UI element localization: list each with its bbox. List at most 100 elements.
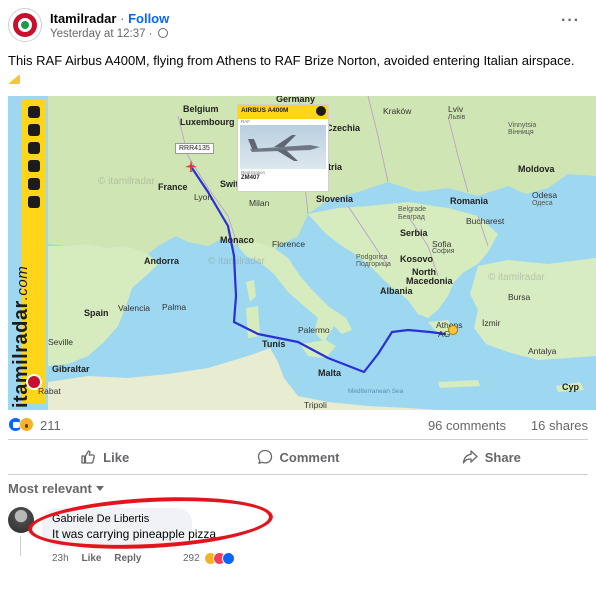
place-label: Rabat xyxy=(38,386,61,396)
share-label: Share xyxy=(484,449,521,465)
comment-text: It was carrying pineapple pizza xyxy=(52,527,217,541)
place-label: Львів xyxy=(448,114,466,121)
place-label: Malta xyxy=(318,368,342,378)
place-label: tria xyxy=(328,162,343,172)
place-label: Seville xyxy=(48,337,74,347)
place-label: Београд xyxy=(398,214,425,221)
place-label: Romania xyxy=(450,196,489,206)
comment-age[interactable]: 23h xyxy=(52,553,69,564)
card-title: AIRBUS A400M xyxy=(241,107,289,114)
post-actions: Like Comment Share xyxy=(8,443,588,471)
brand-name: itamilradar xyxy=(10,300,32,408)
comment-like-button[interactable]: Like xyxy=(81,553,101,564)
place-label: Gibraltar xyxy=(52,364,90,374)
reactions-count[interactable]: 211 xyxy=(40,418,61,433)
origin-marker-icon xyxy=(448,325,458,335)
card-badge-icon xyxy=(316,106,326,116)
place-label: Germany xyxy=(276,96,316,104)
place-label: Spain xyxy=(84,308,109,318)
post-timestamp[interactable]: Yesterday at 12:37 · xyxy=(50,28,168,40)
like-label: Like xyxy=(103,449,130,465)
post-body: This RAF Airbus A400M, flying from Athen… xyxy=(8,53,575,68)
place-label: Antalya xyxy=(528,346,557,356)
thread-line xyxy=(20,536,21,556)
aircraft-marker-icon xyxy=(185,160,197,172)
post-image-map[interactable]: itamilradar.com © itamilradar © itamilra… xyxy=(8,96,596,410)
comment-bubble-icon xyxy=(257,449,273,465)
globe-icon xyxy=(157,28,168,38)
like-reaction-icon xyxy=(222,552,235,565)
flight-callsign-label: RRR4135 xyxy=(175,143,214,154)
timestamp-text: Yesterday at 12:37 · xyxy=(50,28,153,40)
page-avatar[interactable] xyxy=(8,8,42,42)
place-label: Lviv xyxy=(448,104,464,114)
author-line: Itamilradar · Follow xyxy=(50,11,169,26)
commenter-avatar[interactable] xyxy=(8,507,34,533)
map-watermark: © itamilradar xyxy=(488,272,545,283)
place-label: Bucharest xyxy=(466,216,505,226)
place-label: Vinnytsia xyxy=(508,122,537,129)
comment-button[interactable]: Comment xyxy=(201,443,394,471)
author-name[interactable]: Itamilradar xyxy=(50,11,116,26)
place-label: Odesa xyxy=(532,190,558,200)
aircraft-photo xyxy=(240,125,326,169)
post-text: This RAF Airbus A400M, flying from Athen… xyxy=(8,52,583,88)
social-icon xyxy=(28,160,40,172)
place-label: Andorra xyxy=(144,256,180,266)
place-label: Belgium xyxy=(183,104,219,114)
post-header: Itamilradar · Follow Yesterday at 12:37 … xyxy=(0,0,596,46)
social-icon xyxy=(28,124,40,136)
place-label: İzmir xyxy=(482,318,501,328)
place-label: Albania xyxy=(380,286,413,296)
engagement-stats: 211 96 comments 16 shares xyxy=(8,416,588,434)
cheese-emoji-icon xyxy=(8,74,20,84)
place-label: Cyp xyxy=(562,382,580,392)
card-subtitle: RAF xyxy=(241,119,250,124)
comment-label: Comment xyxy=(279,449,340,465)
comment-meta: 23h Like Reply xyxy=(52,553,152,564)
map-watermark: © itamilradar xyxy=(98,176,155,187)
brand-suffix: .com xyxy=(14,265,31,301)
place-label: Florence xyxy=(272,239,306,249)
social-icon xyxy=(28,106,40,118)
place-label: Lyon xyxy=(194,192,213,202)
share-button[interactable]: Share xyxy=(395,443,588,471)
place-label: Подгорица xyxy=(356,261,391,268)
card-header: AIRBUS A400M xyxy=(238,105,328,119)
comment-reactions-count[interactable]: 292 xyxy=(183,553,200,564)
place-label: Macedonia xyxy=(406,276,453,286)
comment-reaction-icons[interactable] xyxy=(204,552,235,566)
social-icon xyxy=(28,196,40,208)
sort-label: Most relevant xyxy=(8,481,92,496)
place-label: Slovenia xyxy=(316,194,354,204)
more-options-button[interactable]: ··· xyxy=(561,12,580,30)
separator: · xyxy=(120,11,125,26)
place-label: Tripoli xyxy=(304,400,327,410)
divider xyxy=(8,439,588,440)
divider xyxy=(8,474,588,475)
place-label: Palermo xyxy=(298,325,330,335)
social-icon xyxy=(28,178,40,190)
comment-reply-button[interactable]: Reply xyxy=(114,553,141,564)
comments-count[interactable]: 96 comments xyxy=(428,418,506,433)
thumbs-up-icon xyxy=(80,449,96,465)
shares-count[interactable]: 16 shares xyxy=(531,418,588,433)
share-arrow-icon xyxy=(462,449,478,465)
place-label: Одеса xyxy=(532,200,553,207)
place-label: Czechia xyxy=(326,123,361,133)
commenter-name[interactable]: Gabriele De Libertis xyxy=(52,513,149,525)
place-label: Luxembourg xyxy=(180,117,235,127)
place-label: Tunis xyxy=(262,339,286,349)
comment-sort-dropdown[interactable]: Most relevant xyxy=(8,481,104,496)
place-label: Valencia xyxy=(118,303,150,313)
place-label: Вінниця xyxy=(508,129,534,136)
place-label: France xyxy=(158,182,188,192)
follow-button[interactable]: Follow xyxy=(128,11,169,26)
map-watermark: © itamilradar xyxy=(208,256,265,267)
place-label: София xyxy=(432,248,455,255)
place-label: Kraków xyxy=(383,106,412,116)
like-button[interactable]: Like xyxy=(8,443,201,471)
aircraft-info-card: AIRBUS A400M RAF Registration ZM407 xyxy=(237,104,329,192)
place-label: Palma xyxy=(162,302,187,312)
place-label: Kosovo xyxy=(400,254,434,264)
